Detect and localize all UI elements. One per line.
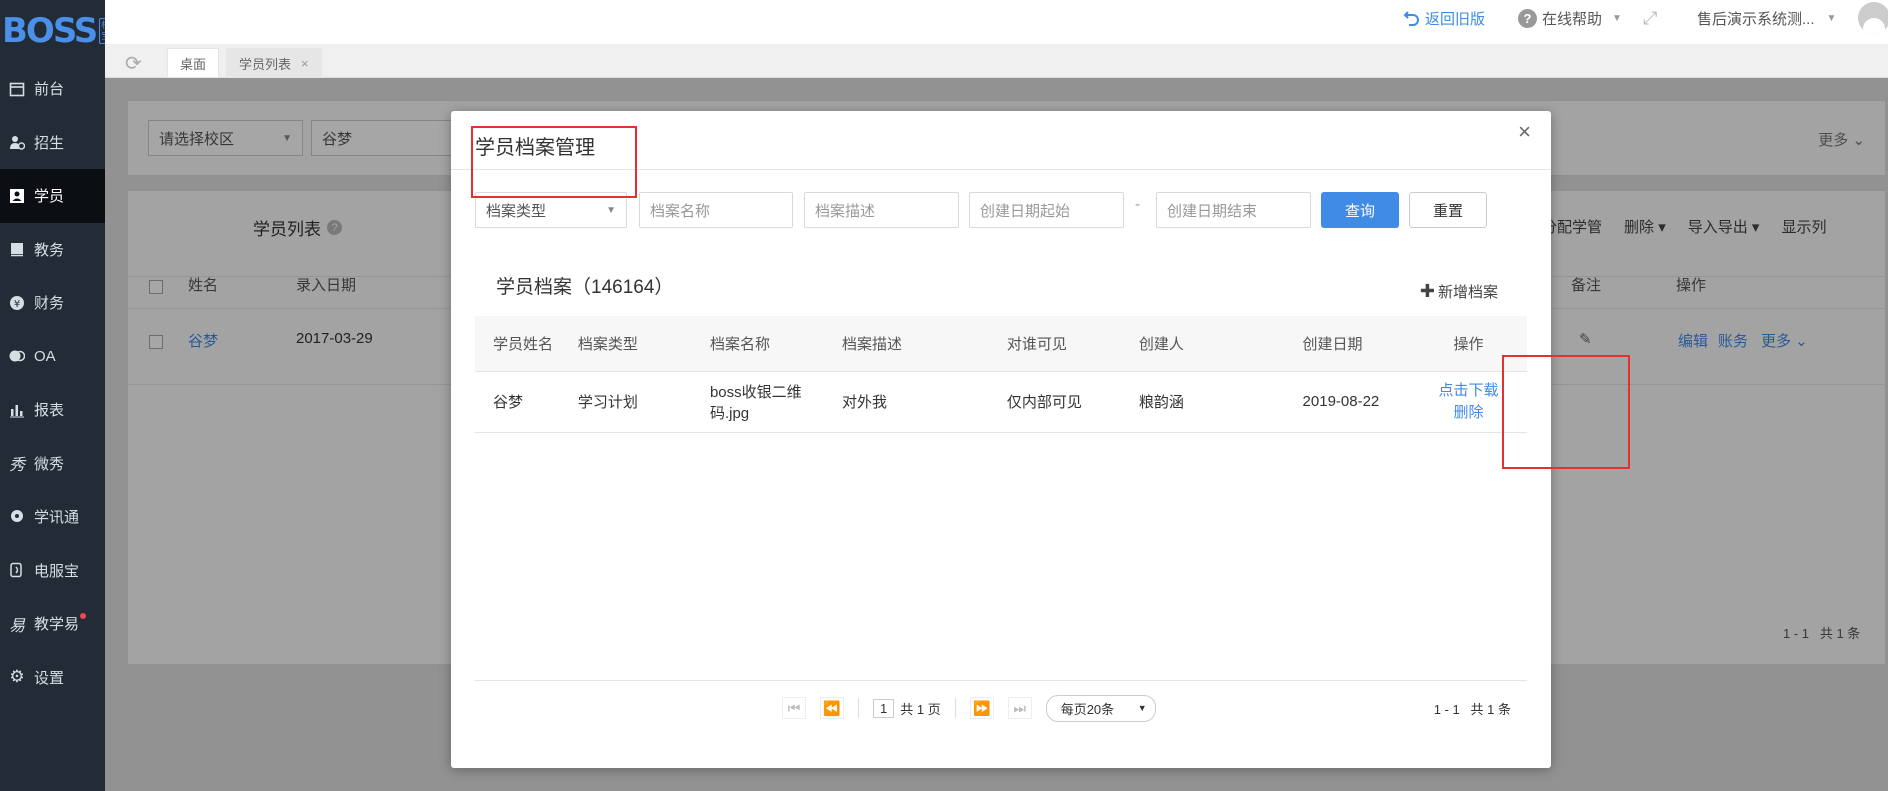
next-page-icon[interactable]: ⏩ [969, 697, 994, 719]
table-row: 谷梦 学习计划 boss收银二维码.jpg 对外我 仅内部可见 粮韵涵 2019-08-22… [475, 371, 1527, 433]
col-header: 档案名称 [709, 316, 843, 372]
sidebar-item-3[interactable]: 教务 [0, 223, 105, 277]
bar-chart-icon [8, 401, 26, 419]
sidebar-item-2[interactable]: 学员 [0, 169, 105, 223]
table-header-row: 学员姓名 档案类型 档案名称 档案描述 对谁可见 创建人 创建日期 操作 [475, 316, 1527, 372]
prev-page-icon[interactable]: ⏪ [820, 697, 844, 719]
archive-section-title: 学员档案（146164） [496, 277, 674, 298]
cell-student: 谷梦 [475, 371, 578, 433]
yi-icon: 易 [8, 615, 25, 635]
sidebar-item-11[interactable]: ⚙ 设置 [0, 651, 105, 705]
plus-icon: ✚ [1419, 281, 1435, 301]
sidebar: BOSS 校 宝 前台招生学员教务 ¥ 财务 OA 报表秀微秀学讯通电服宝易教学易 ⚙ 设置 [0, 0, 113, 791]
back-old-version-link[interactable]: 返回旧版 [1403, 0, 1485, 36]
col-header: 创建日期 [1302, 316, 1411, 372]
location-icon [8, 508, 26, 526]
sidebar-item-label: 财务 [34, 295, 65, 313]
gear-icon: ⚙ [9, 667, 25, 687]
sidebar-item-label: 教务 [34, 241, 65, 259]
phone-service-icon [8, 561, 26, 579]
cell-desc: 对外我 [842, 371, 1007, 433]
student-card-icon [8, 187, 26, 205]
sidebar-item-label: 前台 [34, 81, 65, 99]
chevron-down-icon: ▼ [606, 204, 616, 216]
col-header: 创建人 [1138, 316, 1303, 372]
sidebar-item-6[interactable]: 报表 [0, 383, 105, 437]
cell-name: boss收银二维码.jpg [709, 371, 843, 433]
svg-text:¥: ¥ [14, 299, 20, 310]
sidebar-item-label: 学员 [34, 188, 65, 206]
fullscreen-icon[interactable]: ⤢ [1643, 0, 1657, 36]
reset-button[interactable]: 重置 [1409, 192, 1487, 228]
archive-table: 学员姓名 档案类型 档案名称 档案描述 对谁可见 创建人 创建日期 操作 谷梦 学习计划 boss… [475, 316, 1527, 433]
sidebar-item-label: 学讯通 [34, 509, 80, 527]
sidebar-item-10[interactable]: 易教学易 [0, 597, 105, 651]
archive-desc-input[interactable]: 档案描述 [804, 192, 959, 228]
sidebar-item-5[interactable]: OA [0, 330, 105, 384]
page-size-select[interactable]: 每页20条 ▼ [1045, 694, 1156, 722]
sidebar-item-7[interactable]: 秀微秀 [0, 437, 105, 491]
question-icon: ? [1518, 8, 1537, 28]
query-button[interactable]: 查询 [1321, 192, 1399, 228]
date-to-input[interactable]: 创建日期结束 [1156, 192, 1311, 228]
total-pages: 共 1 页 [900, 701, 941, 717]
cell-date: 2019-08-22 [1302, 371, 1411, 433]
sidebar-item-label: OA [34, 347, 56, 365]
avatar[interactable] [1858, 0, 1888, 36]
date-range-separator: - [1135, 196, 1140, 213]
highlight-box-actions [1502, 355, 1630, 469]
yen-icon: ¥ [8, 294, 26, 312]
col-header: 档案类型 [577, 316, 710, 372]
sidebar-nav: 前台招生学员教务 ¥ 财务 OA 报表秀微秀学讯通电服宝易教学易 ⚙ 设置 [0, 62, 105, 704]
refresh-icon[interactable]: ⟳ [125, 51, 142, 76]
top-bar: 返回旧版 ? 在线帮助 ▼ ⤢ 售后演示系统测... ▼ [105, 0, 1888, 44]
col-header: 对谁可见 [1006, 316, 1139, 372]
close-icon[interactable]: × [301, 56, 309, 71]
col-header: 学员姓名 [475, 316, 578, 372]
cell-visible: 仅内部可见 [1006, 371, 1139, 433]
close-icon[interactable]: × [1518, 119, 1531, 145]
xiu-icon: 秀 [8, 455, 25, 475]
sidebar-item-label: 电服宝 [34, 562, 80, 580]
archive-name-input[interactable]: 档案名称 [639, 192, 793, 228]
calendar-icon [8, 80, 26, 98]
undo-icon [1403, 11, 1419, 26]
first-page-icon[interactable]: ⏮ [782, 697, 806, 719]
online-help-menu[interactable]: ? 在线帮助 ▼ [1518, 0, 1622, 36]
sidebar-item-4[interactable]: ¥ 财务 [0, 276, 105, 330]
chevron-down-icon: ▼ [1826, 12, 1837, 24]
logo-text: BOSS [2, 11, 98, 51]
sidebar-item-9[interactable]: 电服宝 [0, 544, 105, 598]
cell-creator: 粮韵涵 [1138, 371, 1303, 433]
chevron-down-icon: ▼ [1612, 12, 1622, 24]
add-archive-button[interactable]: ✚ 新增档案 [1420, 281, 1498, 302]
sidebar-item-1[interactable]: 招生 [0, 116, 105, 170]
sidebar-item-0[interactable]: 前台 [0, 62, 105, 116]
oa-icon [8, 347, 26, 365]
sidebar-item-label: 教学易 [34, 616, 80, 634]
sidebar-item-8[interactable]: 学讯通 [0, 490, 105, 544]
student-archive-modal: 学员档案管理 × 档案类型 ▼ 档案名称 档案描述 创建日期起始 - 创建日期结… [451, 111, 1630, 768]
chevron-down-icon: ▼ [1137, 703, 1147, 713]
archive-pager: ⏮ ⏪ 1 共 1 页 ⏩ ⏭ 每页20条 ▼ [782, 693, 1156, 723]
sidebar-item-label: 微秀 [34, 455, 65, 473]
last-page-icon[interactable]: ⏭ [1007, 697, 1032, 719]
tab-desk[interactable]: 桌面 [167, 48, 220, 78]
archive-pager-info: 1 - 1 共 1 条 [1433, 702, 1511, 717]
col-header: 档案描述 [842, 316, 1007, 372]
highlight-box-title [471, 126, 637, 198]
app-logo[interactable]: BOSS 校 宝 [0, 0, 113, 62]
date-from-input[interactable]: 创建日期起始 [969, 192, 1124, 228]
tab-bar: ⟳ 桌面 学员列表 × [105, 44, 1888, 78]
add-user-icon [8, 133, 26, 151]
book-icon [8, 240, 26, 258]
sidebar-item-label: 招生 [34, 134, 65, 152]
sidebar-item-label: 设置 [34, 669, 65, 687]
user-menu[interactable]: 售后演示系统测... ▼ [1697, 0, 1836, 36]
cell-type: 学习计划 [577, 371, 710, 433]
tab-student-list[interactable]: 学员列表 × [226, 48, 322, 78]
sidebar-item-label: 报表 [34, 402, 65, 420]
notification-dot [80, 613, 86, 619]
page-number-input[interactable]: 1 [873, 698, 895, 718]
